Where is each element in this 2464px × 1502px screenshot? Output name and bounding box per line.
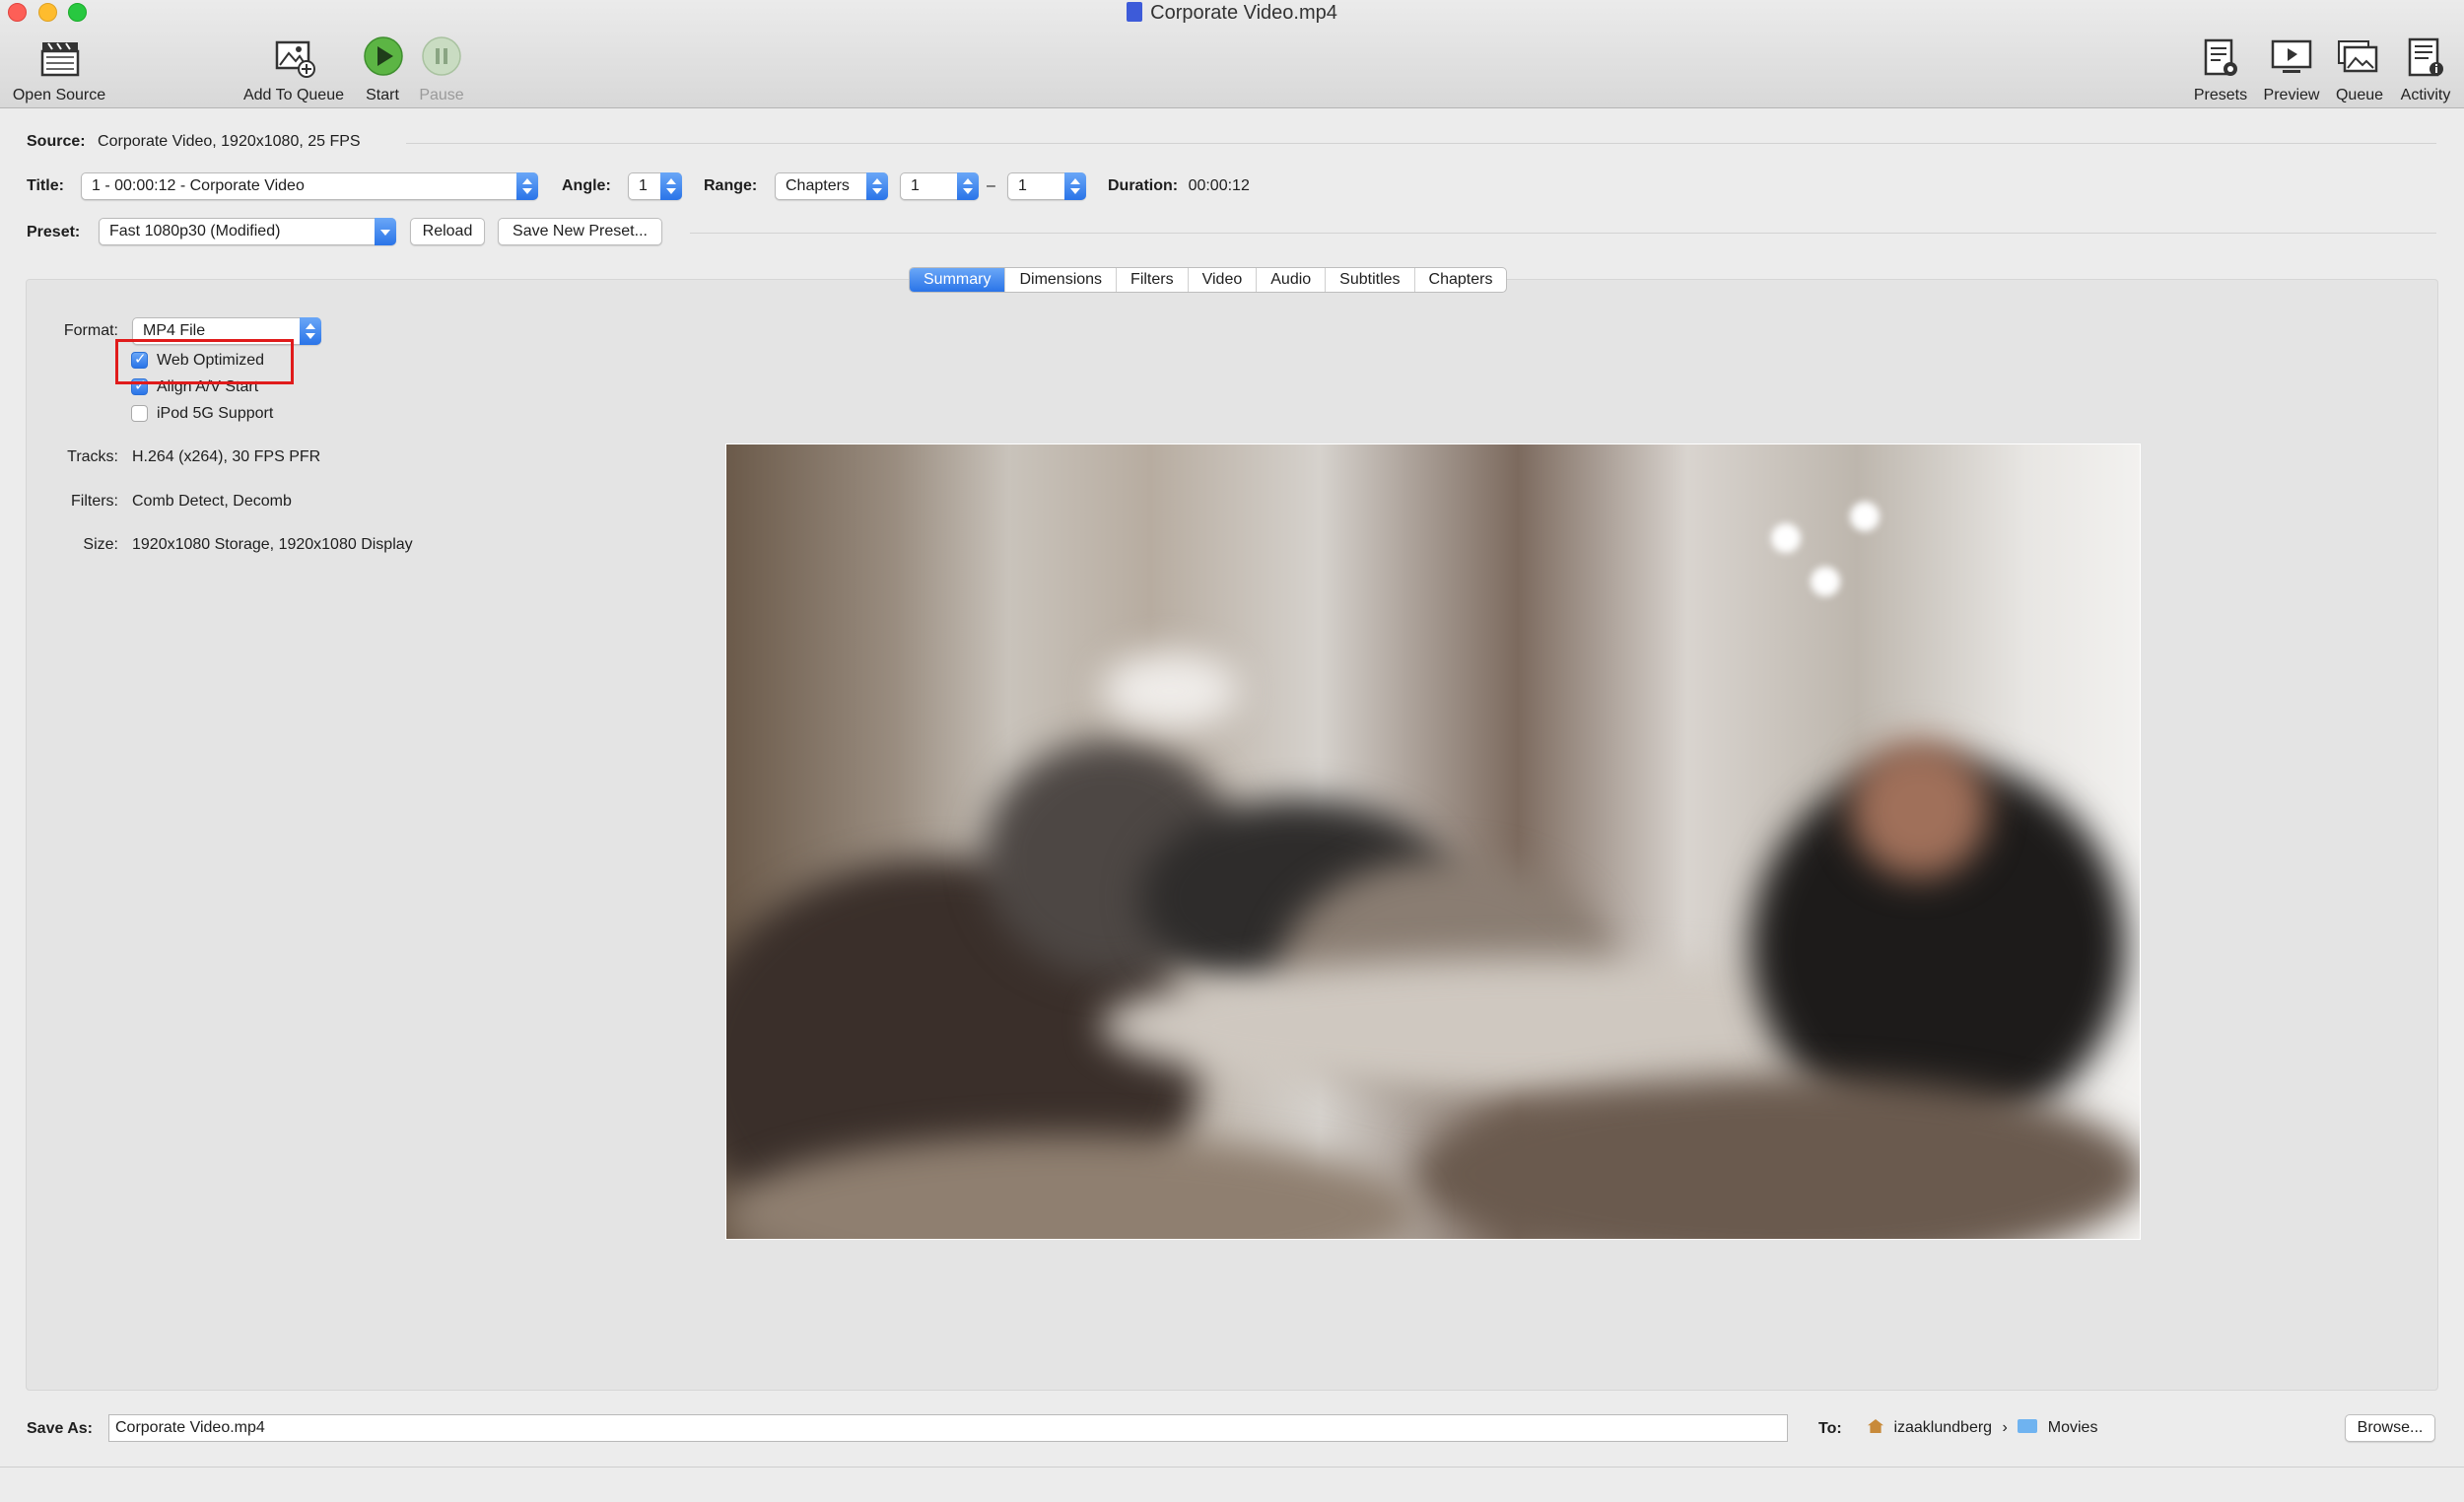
range-dash: –	[987, 177, 995, 194]
start-button[interactable]: Start	[359, 34, 406, 104]
browse-button[interactable]: Browse...	[2345, 1414, 2435, 1442]
destination-label: To:	[1818, 1420, 1842, 1437]
save-as-input[interactable]: Corporate Video.mp4	[108, 1414, 1788, 1442]
folder-icon	[2018, 1419, 2038, 1433]
tab-filters[interactable]: Filters	[1116, 268, 1188, 292]
preview-label: Preview	[2263, 87, 2320, 103]
range-type-value: Chapters	[786, 177, 850, 194]
source-value: Corporate Video, 1920x1080, 25 FPS	[98, 133, 361, 150]
angle-label: Angle:	[562, 177, 611, 194]
window-title: Corporate Video.mp4	[0, 0, 2464, 26]
preset-label: Preset:	[27, 224, 81, 240]
preset-select-value: Fast 1080p30 (Modified)	[109, 223, 281, 239]
tab-dimensions[interactable]: Dimensions	[1004, 268, 1116, 292]
add-image-icon	[275, 40, 315, 78]
title-label: Title:	[27, 177, 64, 194]
format-select-value: MP4 File	[143, 322, 206, 339]
destination-user: izaaklundberg	[1893, 1419, 1993, 1436]
play-icon	[364, 36, 403, 76]
tab-bar: Summary Dimensions Filters Video Audio S…	[909, 267, 1508, 293]
ipod-5g-support-label: iPod 5G Support	[157, 405, 274, 422]
presets-button[interactable]: Presets	[2190, 34, 2251, 104]
preset-select[interactable]: Fast 1080p30 (Modified)	[99, 218, 396, 245]
save-new-preset-button[interactable]: Save New Preset...	[498, 218, 662, 245]
range-end-value: 1	[1018, 177, 1027, 194]
divider	[406, 143, 2436, 144]
pause-button[interactable]: Pause	[414, 34, 469, 104]
size-label: Size:	[83, 536, 118, 553]
toolbar: Corporate Video.mp4 Open Source Add To Q…	[0, 0, 2464, 108]
duration-value: 00:00:12	[1188, 177, 1250, 194]
title-select[interactable]: 1 - 00:00:12 - Corporate Video	[81, 172, 538, 200]
queue-label: Queue	[2335, 87, 2384, 103]
activity-label: Activity	[2400, 87, 2451, 103]
pause-icon	[422, 36, 461, 76]
presets-label: Presets	[2193, 87, 2248, 103]
tracks-label: Tracks:	[67, 448, 118, 465]
chevron-updown-icon	[300, 317, 321, 345]
angle-select-value: 1	[639, 177, 648, 194]
open-source-label: Open Source	[12, 87, 106, 103]
document-icon	[1127, 2, 1143, 22]
duration-label: Duration:	[1108, 177, 1179, 194]
duration-row: Duration: 00:00:12	[1108, 177, 1250, 195]
filters-label: Filters:	[71, 493, 118, 510]
clapperboard-icon	[40, 42, 80, 77]
chevron-updown-icon	[866, 172, 888, 200]
start-label: Start	[366, 87, 399, 103]
chevron-updown-icon	[1064, 172, 1086, 200]
window-title-text: Corporate Video.mp4	[1150, 2, 1337, 24]
tab-summary[interactable]: Summary	[910, 268, 1005, 292]
chevron-updown-icon	[957, 172, 979, 200]
home-icon	[1868, 1419, 1883, 1433]
preview-button[interactable]: Preview	[2259, 34, 2324, 104]
range-label: Range:	[704, 177, 758, 194]
presets-icon	[2204, 38, 2237, 76]
divider	[690, 233, 2436, 234]
monitor-icon	[2271, 39, 2312, 73]
add-to-queue-button[interactable]: Add To Queue	[237, 34, 351, 104]
title-select-value: 1 - 00:00:12 - Corporate Video	[92, 177, 305, 194]
open-source-button[interactable]: Open Source	[8, 34, 110, 104]
tab-audio[interactable]: Audio	[1256, 268, 1325, 292]
tracks-value: H.264 (x264), 30 FPS PFR	[132, 448, 321, 465]
activity-button[interactable]: Activity	[2393, 34, 2458, 104]
source-label: Source:	[27, 133, 86, 150]
format-label: Format:	[63, 322, 118, 339]
chevron-down-icon	[375, 218, 396, 245]
source-row: Source: Corporate Video, 1920x1080, 25 F…	[27, 133, 361, 151]
destination-folder: Movies	[2047, 1419, 2098, 1436]
reload-button[interactable]: Reload	[410, 218, 485, 245]
path-separator: ›	[2002, 1419, 2008, 1436]
add-to-queue-label: Add To Queue	[242, 87, 344, 103]
angle-select[interactable]: 1	[628, 172, 682, 200]
ipod-5g-support-checkbox[interactable]	[131, 405, 148, 422]
pause-label: Pause	[419, 87, 464, 103]
highlight-box	[115, 339, 294, 384]
range-end-select[interactable]: 1	[1007, 172, 1086, 200]
destination-path[interactable]: izaaklundberg › Movies	[1868, 1419, 2097, 1437]
range-type-select[interactable]: Chapters	[775, 172, 888, 200]
range-start-value: 1	[911, 177, 920, 194]
tab-subtitles[interactable]: Subtitles	[1325, 268, 1413, 292]
size-value: 1920x1080 Storage, 1920x1080 Display	[132, 536, 413, 553]
divider	[0, 1467, 2464, 1468]
tab-video[interactable]: Video	[1187, 268, 1257, 292]
stacked-images-icon	[2338, 40, 2378, 73]
filters-value: Comb Detect, Decomb	[132, 493, 292, 510]
queue-button[interactable]: Queue	[2332, 34, 2387, 104]
chevron-updown-icon	[516, 172, 538, 200]
save-as-label: Save As:	[27, 1420, 93, 1437]
activity-log-icon	[2408, 37, 2443, 77]
preview-image	[725, 444, 2141, 1240]
chevron-updown-icon	[660, 172, 682, 200]
tab-chapters[interactable]: Chapters	[1413, 268, 1507, 292]
range-start-select[interactable]: 1	[900, 172, 979, 200]
